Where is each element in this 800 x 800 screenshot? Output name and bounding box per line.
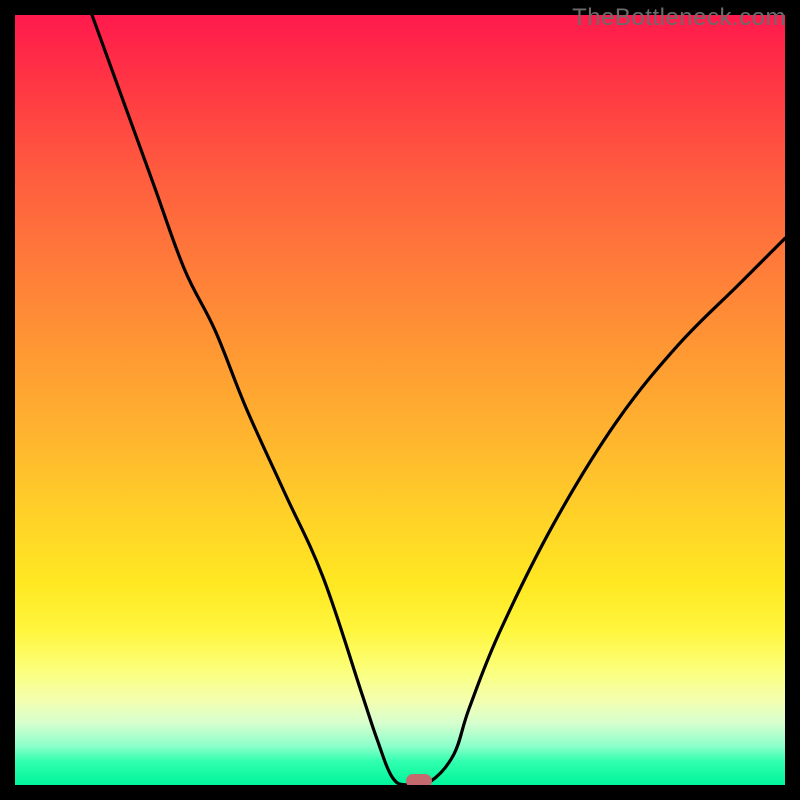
chart-frame: TheBottleneck.com [0,0,800,800]
bottleneck-curve [92,15,785,785]
watermark-text: TheBottleneck.com [572,4,786,32]
curve-layer [15,15,785,785]
minimum-marker [406,774,432,785]
plot-area [15,15,785,785]
